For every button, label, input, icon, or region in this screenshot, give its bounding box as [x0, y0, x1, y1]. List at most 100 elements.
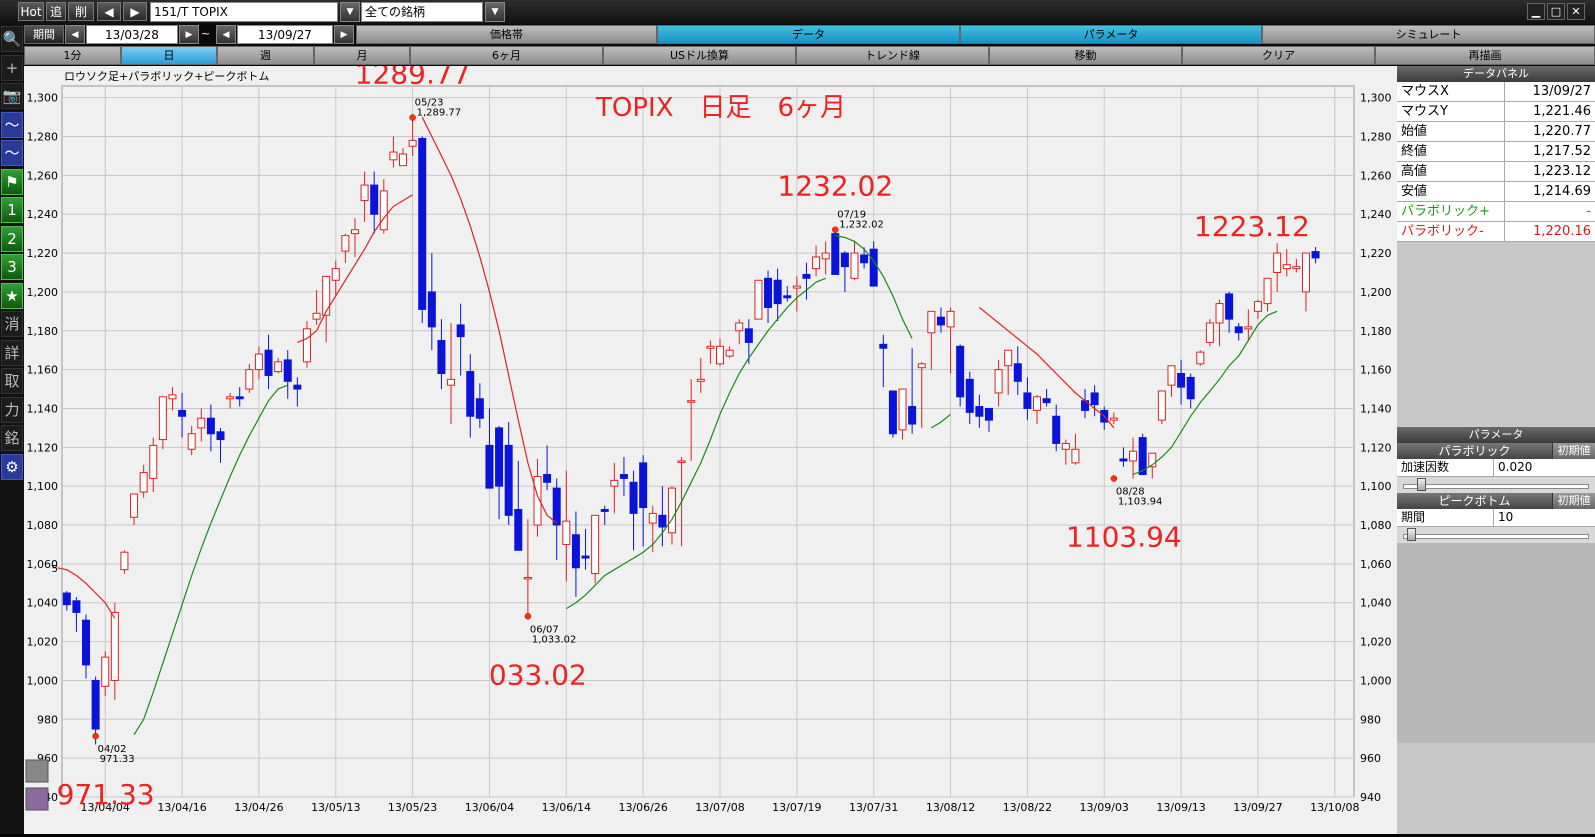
candle-up	[447, 378, 456, 386]
candle-up	[1167, 365, 1176, 386]
stock-button[interactable]: 銘	[1, 425, 23, 451]
y-tick-label-left: 1,020	[27, 636, 59, 649]
candle-down	[658, 514, 667, 528]
tab-data[interactable]: データ	[657, 25, 960, 44]
tab-simulate[interactable]: シミュレート	[1262, 25, 1595, 44]
chevron-down-icon[interactable]: ▼	[485, 2, 505, 22]
move-button[interactable]: 移動	[989, 46, 1182, 65]
data-row-value: 1,214.69	[1533, 184, 1591, 199]
power-button[interactable]: 力	[1, 396, 23, 423]
x-tick-label: 13/07/31	[849, 801, 898, 814]
star-icon[interactable]: ★	[1, 282, 23, 309]
panel-bottom	[1397, 543, 1595, 743]
period-param-input[interactable]: 10	[1494, 509, 1595, 526]
trade-button[interactable]: 取	[1, 368, 23, 394]
candle-down	[283, 359, 292, 382]
candle-up	[927, 310, 936, 334]
candle-down	[514, 508, 523, 551]
y-tick-label-right: 980	[1360, 713, 1381, 726]
chart-compare-icon[interactable]: 〜	[1, 140, 23, 166]
accel-factor-slider[interactable]	[1397, 477, 1595, 493]
delete-button[interactable]: 削	[68, 2, 94, 21]
candle-down	[552, 487, 561, 526]
trendline-button[interactable]: トレンド線	[796, 46, 989, 65]
candle-up	[120, 551, 129, 571]
period-start-input[interactable]: 13/03/28	[86, 25, 178, 44]
candle-up	[562, 520, 571, 545]
candle-up	[1282, 264, 1291, 270]
period-start-next-button[interactable]: ▶	[179, 25, 199, 44]
chart-thumb2-icon[interactable]	[25, 787, 49, 811]
chart-area[interactable]: 9409409609609809801,0001,0001,0201,0201,…	[24, 58, 1397, 834]
y-tick-label-left: 1,080	[27, 519, 59, 532]
candle-down	[1177, 373, 1186, 388]
chart-icon[interactable]: 〜	[1, 111, 23, 138]
next-symbol-button[interactable]: ▶	[123, 2, 147, 21]
peak-reset-button[interactable]: 初期値	[1552, 493, 1595, 509]
y-tick-label-right: 1,120	[1360, 441, 1392, 454]
symbol-input[interactable]: 151/T TOPIX	[150, 2, 338, 22]
period-end-prev-button[interactable]: ◀	[216, 25, 236, 44]
data-row-label: マウスY	[1397, 102, 1505, 121]
layout-1-icon[interactable]: 1	[1, 197, 23, 223]
filter-select[interactable]: 全ての銘柄	[361, 2, 483, 22]
accel-factor-input[interactable]: 0.020	[1494, 459, 1595, 476]
usd-convert-button[interactable]: USドル換算	[603, 46, 796, 65]
sar-minus-label: パラボリック-	[1397, 222, 1505, 241]
data-panel: マウスX 13/09/27 マウスY 1,221.46 始値 1,220.77 終値 1,21…	[1397, 82, 1595, 202]
candlestick-chart[interactable]: 9409409609609809801,0001,0001,0201,0201,…	[24, 58, 1397, 834]
tab-interval-6month[interactable]: 6ヶ月	[410, 46, 603, 65]
period-start-prev-button[interactable]: ◀	[65, 25, 85, 44]
candle-up	[158, 396, 167, 441]
minimize-button[interactable]: ▁	[1527, 3, 1545, 20]
peak-annotation: 1289.77	[355, 66, 471, 91]
period-slider[interactable]	[1397, 527, 1595, 543]
hot-button[interactable]: Hot	[18, 2, 44, 21]
slider-thumb[interactable]	[1417, 478, 1426, 491]
period-end-next-button[interactable]: ▶	[334, 25, 354, 44]
erase-button[interactable]: 消	[1, 311, 23, 337]
y-tick-label-left: 1,000	[27, 674, 59, 687]
candle-down	[72, 600, 81, 613]
x-tick-label: 13/07/19	[772, 801, 821, 814]
plus-icon[interactable]: +	[1, 54, 23, 81]
redraw-button[interactable]: 再描画	[1375, 46, 1595, 65]
chart-thumb-icon[interactable]	[25, 759, 49, 783]
chevron-down-icon[interactable]: ▼	[340, 2, 360, 22]
y-tick-label-right: 1,040	[1360, 597, 1392, 610]
tab-price-range[interactable]: 価格帯	[356, 25, 657, 44]
data-row: 始値 1,220.77	[1397, 122, 1595, 142]
sar-minus-row: パラボリック- 1,220.16	[1397, 222, 1595, 242]
layout-3-icon[interactable]: 3	[1, 254, 23, 280]
tab-interval-week[interactable]: 週	[217, 46, 314, 65]
camera-icon[interactable]: 📷	[1, 83, 23, 109]
tab-interval-1min[interactable]: 1分	[24, 46, 121, 65]
x-tick-label: 13/08/22	[1003, 801, 1052, 814]
clear-button[interactable]: クリア	[1182, 46, 1375, 65]
parabolic-reset-button[interactable]: 初期値	[1552, 443, 1595, 459]
settings-icon[interactable]: ⚙	[1, 453, 23, 480]
slider-thumb[interactable]	[1407, 528, 1416, 541]
candle-down	[936, 316, 945, 326]
add-button[interactable]: 追	[46, 2, 66, 21]
search-icon[interactable]: 🔍	[1, 26, 23, 52]
x-tick-label: 13/06/04	[465, 801, 514, 814]
tab-interval-day[interactable]: 日	[121, 46, 217, 65]
data-panel-title: データパネル	[1397, 66, 1595, 82]
close-button[interactable]: ✕	[1567, 3, 1585, 20]
candle-down	[1013, 363, 1022, 382]
y-tick-label-right: 940	[1360, 791, 1381, 804]
layout-2-icon[interactable]: 2	[1, 225, 23, 252]
prev-symbol-button[interactable]: ◀	[97, 2, 121, 21]
flag-icon[interactable]: ⚑	[1, 168, 23, 195]
maximize-button[interactable]: □	[1547, 3, 1565, 20]
candle-down	[764, 277, 773, 308]
candle-up	[360, 184, 369, 202]
candle-down	[264, 349, 273, 376]
tab-parameter[interactable]: パラメータ	[960, 25, 1262, 44]
detail-button[interactable]: 詳	[1, 339, 23, 366]
candle-down	[956, 345, 965, 398]
period-end-input[interactable]: 13/09/27	[237, 25, 333, 44]
tab-interval-month[interactable]: 月	[314, 46, 410, 65]
candle-down	[495, 427, 504, 487]
